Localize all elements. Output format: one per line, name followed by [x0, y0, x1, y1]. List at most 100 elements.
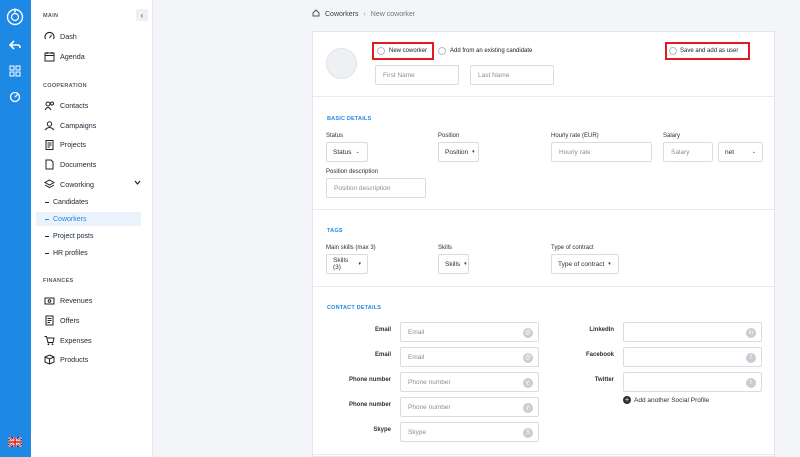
- sidebar-item-label: Coworking: [60, 179, 94, 189]
- sidebar-subitem-coworkers[interactable]: Coworkers: [36, 212, 141, 226]
- skills-select[interactable]: Skills ▾: [438, 254, 469, 274]
- calendar-icon: [43, 50, 55, 62]
- phone-placeholder: Phone number: [408, 403, 451, 411]
- first-name-input[interactable]: First Name: [375, 65, 459, 85]
- breadcrumb-coworkers-link[interactable]: Coworkers: [325, 11, 358, 18]
- divider: [313, 454, 774, 455]
- skype-label: Skype: [373, 427, 391, 433]
- main-skills-value: Skills (3): [333, 257, 349, 271]
- email-input[interactable]: Email @: [400, 322, 539, 342]
- section-finances: FINANCES: [43, 278, 74, 284]
- sidebar-item-label: Products: [60, 354, 89, 364]
- facebook-input[interactable]: f: [623, 347, 762, 367]
- phone-input-2[interactable]: Phone number ✆: [400, 397, 539, 417]
- sidebar-subitem-label: Project posts: [53, 232, 94, 240]
- caret-down-icon: ▾: [358, 261, 361, 267]
- email-placeholder: Email: [408, 328, 425, 336]
- offers-icon: [43, 314, 55, 326]
- clipboard-icon: [43, 138, 55, 150]
- new-coworker-radio[interactable]: [377, 47, 385, 55]
- sidebar-subitem-project-posts[interactable]: Project posts: [36, 229, 141, 243]
- skills-label: Skills: [438, 245, 453, 251]
- sidebar-item-revenues[interactable]: Revenues: [43, 292, 147, 308]
- sidebar-item-products[interactable]: Products: [43, 351, 147, 367]
- salary-label: Salary: [663, 133, 681, 139]
- status-label: Status: [326, 133, 344, 139]
- sidebar-item-documents[interactable]: Documents: [43, 156, 147, 172]
- add-social-profile-label: Add another Social Profile: [634, 396, 710, 404]
- skills-value: Skills: [445, 260, 461, 268]
- main-skills-select[interactable]: Skills (3) ▾: [326, 254, 368, 274]
- sidebar-item-label: Campaigns: [60, 120, 97, 130]
- home-icon[interactable]: [312, 9, 320, 19]
- sidebar-item-expenses[interactable]: Expenses: [43, 332, 147, 348]
- divider: [313, 209, 774, 210]
- sidebar-item-label: Agenda: [60, 51, 85, 61]
- avatar-upload[interactable]: [326, 48, 357, 79]
- position-description-label: Position description: [326, 169, 379, 175]
- main-skills-label: Main skills (max 3): [326, 245, 376, 251]
- box-icon: [43, 353, 55, 365]
- last-name-input[interactable]: Last Name: [470, 65, 554, 85]
- save-add-user-checkbox[interactable]: [669, 47, 677, 55]
- email-label-2: Email: [374, 352, 391, 358]
- uk-flag-icon[interactable]: [8, 437, 22, 447]
- hourly-rate-input[interactable]: Hourly rate: [551, 142, 652, 162]
- salary-input[interactable]: Salary: [663, 142, 713, 162]
- position-select[interactable]: Position ▾: [438, 142, 479, 162]
- linkedin-label: LinkedIn: [589, 327, 614, 333]
- document-icon: [43, 158, 55, 170]
- sidebar-subitem-label: Candidates: [53, 198, 89, 206]
- contract-type-select[interactable]: Type of contract ▾: [551, 254, 619, 274]
- sidebar-subitem-hr-profiles[interactable]: HR profiles: [36, 246, 141, 260]
- collapse-sidebar-button[interactable]: ‹: [136, 9, 148, 21]
- sidebar-item-contacts[interactable]: Contacts: [43, 97, 147, 113]
- sidebar-item-dash[interactable]: Dash: [43, 28, 147, 44]
- back-icon[interactable]: [7, 37, 23, 53]
- sidebar-item-offers[interactable]: Offers: [43, 312, 147, 328]
- breadcrumb-separator: ›: [363, 10, 366, 18]
- phone-input[interactable]: Phone number ✆: [400, 372, 539, 392]
- sidebar-item-coworking[interactable]: Coworking: [43, 176, 147, 192]
- chevron-down-icon: ⌄: [355, 149, 360, 155]
- sidebar-item-projects[interactable]: Projects: [43, 136, 147, 152]
- status-select[interactable]: Status ⌄: [326, 142, 368, 162]
- email-input-2[interactable]: Email @: [400, 347, 539, 367]
- contacts-icon: [43, 99, 55, 111]
- salary-type-value: net: [725, 148, 735, 156]
- sidebar-item-campaigns[interactable]: Campaigns: [43, 117, 147, 133]
- section-main: MAIN: [43, 13, 59, 19]
- skype-input[interactable]: Skype S: [400, 422, 539, 442]
- phone-label-2: Phone number: [348, 402, 391, 408]
- add-social-profile-button[interactable]: + Add another Social Profile: [623, 396, 709, 404]
- save-add-user-label: Save and add as user: [680, 48, 739, 54]
- dashboard-gauge-icon[interactable]: [7, 89, 23, 105]
- divider: [313, 286, 774, 287]
- apps-grid-icon[interactable]: [7, 63, 23, 79]
- plus-circle-icon: +: [623, 396, 631, 404]
- revenues-icon: [43, 294, 55, 306]
- cart-icon: [43, 334, 55, 346]
- contract-type-label: Type of contract: [551, 245, 594, 251]
- layers-icon: [43, 178, 55, 190]
- section-cooperation: COOPERATION: [43, 83, 87, 89]
- chevron-left-icon: ‹: [140, 10, 144, 20]
- sidebar-item-label: Contacts: [60, 100, 89, 110]
- salary-type-select[interactable]: net ⌄: [718, 142, 763, 162]
- basic-details-title: BASIC DETAILS: [327, 116, 372, 122]
- contract-type-value: Type of contract: [558, 260, 605, 268]
- sidebar-item-agenda[interactable]: Agenda: [43, 48, 147, 64]
- linkedin-input[interactable]: in: [623, 322, 762, 342]
- twitter-icon: t: [746, 378, 756, 388]
- facebook-icon: f: [746, 353, 756, 363]
- chevron-down-icon: [134, 179, 141, 188]
- sidebar-subitem-label: HR profiles: [53, 249, 88, 257]
- app-logo-icon[interactable]: [6, 8, 24, 26]
- add-existing-radio[interactable]: [438, 47, 446, 55]
- facebook-label: Facebook: [585, 352, 614, 358]
- position-description-input[interactable]: Position description: [326, 178, 426, 198]
- email-icon: @: [523, 328, 533, 338]
- sidebar-subitem-candidates[interactable]: Candidates: [36, 195, 141, 209]
- email-label: Email: [374, 327, 391, 333]
- twitter-input[interactable]: t: [623, 372, 762, 392]
